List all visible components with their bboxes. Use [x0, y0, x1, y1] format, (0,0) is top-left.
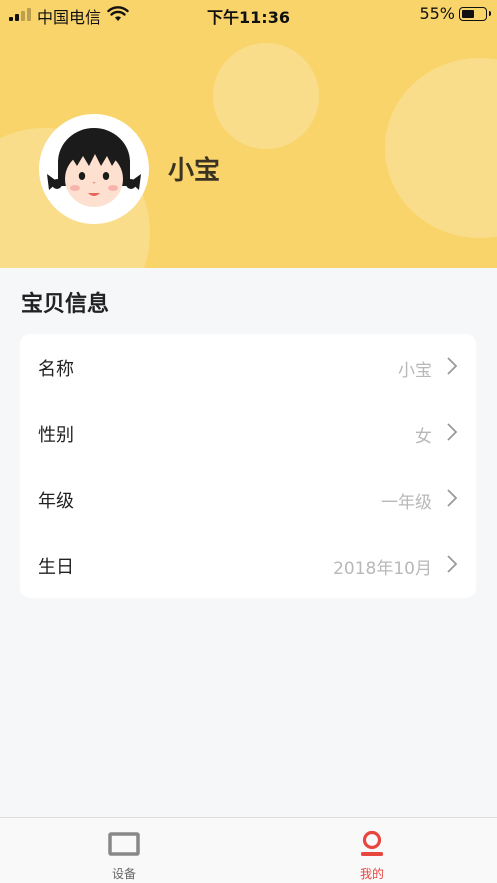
row-value: 一年级 [381, 493, 432, 513]
avatar[interactable] [39, 114, 149, 224]
info-row-birthday[interactable]: 生日 2018年10月 [20, 532, 476, 598]
tab-label: 设备 [111, 867, 136, 881]
chevron-right-icon [447, 357, 458, 375]
tab-bar: 设备 我的 [0, 817, 497, 883]
row-label: 年级 [38, 491, 74, 512]
decorative-circle [385, 58, 497, 238]
battery-percent: 55% [419, 4, 455, 23]
info-row-grade[interactable]: 年级 一年级 [20, 466, 476, 532]
info-row-name[interactable]: 名称 小宝 [20, 334, 476, 400]
profile-header: 中国电信 下午11:36 55% 小宝 [0, 0, 497, 268]
row-label: 生日 [38, 557, 74, 578]
chevron-right-icon [447, 489, 458, 507]
decorative-circle [213, 43, 319, 149]
row-value: 2018年10月 [333, 559, 432, 579]
baby-info-card: 名称 小宝 性别 女 年级 一年级 生日 2018年10月 [20, 334, 476, 598]
profile-icon [361, 830, 383, 856]
chevron-right-icon [447, 423, 458, 441]
row-value: 女 [415, 427, 432, 447]
battery-icon [459, 7, 491, 21]
girl-avatar-icon [47, 128, 141, 207]
chevron-right-icon [447, 555, 458, 573]
info-row-gender[interactable]: 性别 女 [20, 400, 476, 466]
row-value: 小宝 [398, 361, 432, 381]
tab-label: 我的 [359, 867, 384, 881]
status-bar: 中国电信 下午11:36 55% [0, 0, 497, 28]
profile-name: 小宝 [168, 156, 221, 186]
tab-device[interactable]: 设备 [0, 818, 248, 883]
device-icon [108, 832, 140, 856]
row-label: 名称 [38, 359, 74, 380]
row-label: 性别 [38, 425, 74, 446]
section-title: 宝贝信息 [21, 292, 110, 317]
